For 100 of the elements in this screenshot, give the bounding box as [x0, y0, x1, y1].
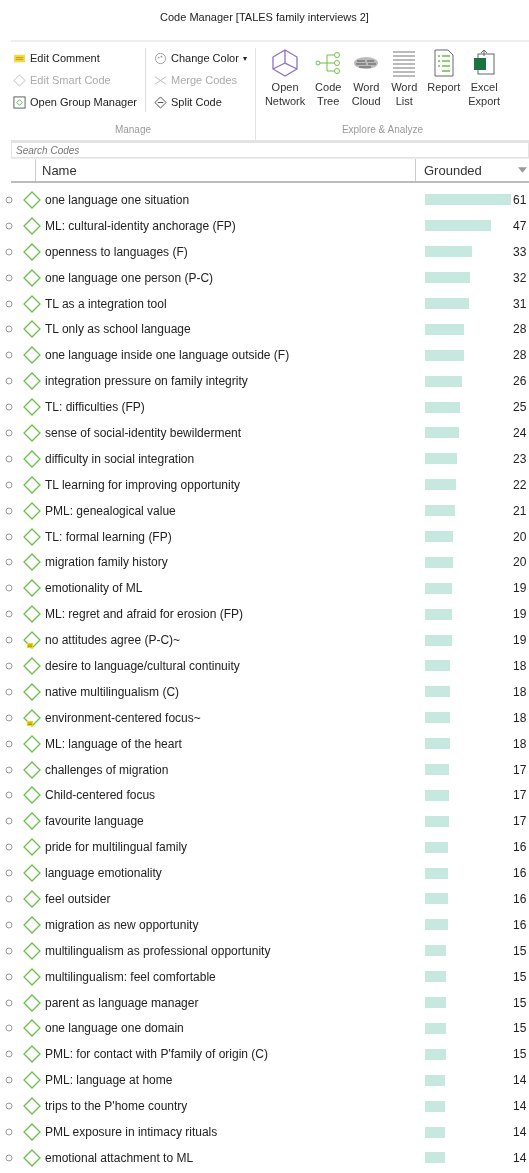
- grounded-bar: [425, 867, 448, 879]
- code-name: language emotionality: [45, 866, 163, 881]
- radio-icon[interactable]: [5, 403, 13, 412]
- grounded-bar: [425, 1022, 447, 1034]
- radio-icon[interactable]: [5, 1076, 13, 1085]
- radio-icon[interactable]: [5, 661, 13, 670]
- grounded-count: 22: [513, 477, 528, 492]
- grounded-bar: [425, 815, 449, 827]
- code-name: difficulty in social integration: [45, 451, 196, 466]
- grounded-bar: [425, 945, 447, 957]
- sort-icon: [518, 167, 527, 173]
- window-icon: [13, 95, 26, 109]
- radio-icon[interactable]: [5, 1153, 13, 1162]
- grounded-bar: [425, 686, 451, 698]
- radio-icon[interactable]: [5, 791, 13, 800]
- grounded-count: 26: [513, 374, 528, 389]
- code-name: TL: formal learning (FP): [45, 529, 173, 544]
- radio-icon[interactable]: [5, 1050, 13, 1059]
- network-button[interactable]: Open Network: [261, 48, 309, 108]
- radio-icon[interactable]: [5, 325, 13, 334]
- radio-icon[interactable]: [5, 532, 13, 541]
- code-name: PML exposure in intimacy rituals: [45, 1125, 219, 1139]
- radio-icon[interactable]: [5, 636, 13, 645]
- grounded-bar: [425, 220, 492, 232]
- radio-icon[interactable]: [5, 765, 13, 774]
- radio-icon[interactable]: [5, 946, 13, 955]
- radio-icon[interactable]: [5, 299, 13, 308]
- grounded-bar: [425, 660, 451, 672]
- code-name: PML: genealogical value: [45, 503, 177, 518]
- palette-icon: [154, 51, 167, 65]
- cloud-button[interactable]: Word Cloud: [348, 48, 385, 108]
- split-button[interactable]: Split Code: [152, 92, 249, 112]
- radio-icon[interactable]: [5, 1024, 13, 1033]
- grounded-count: 15: [513, 969, 528, 984]
- code-name: integration pressure on family integrity: [45, 374, 249, 389]
- code-name: one language inside one language outside (F): [45, 348, 291, 363]
- grounded-bar: [425, 556, 454, 568]
- grounded-bar: [425, 427, 459, 439]
- code-name: Child-centered focus: [45, 788, 157, 803]
- code-name: TL only as school language: [45, 322, 192, 337]
- radio-icon[interactable]: [5, 610, 13, 619]
- radio-icon[interactable]: [5, 247, 13, 256]
- radio-icon[interactable]: [5, 713, 13, 722]
- list-button[interactable]: Word List: [386, 48, 423, 108]
- radio-icon[interactable]: [5, 843, 13, 852]
- code-name: TL learning for improving opportunity: [45, 477, 241, 492]
- comment-button[interactable]: Edit Comment: [11, 48, 139, 68]
- radio-icon[interactable]: [5, 972, 13, 981]
- radio-icon[interactable]: [5, 195, 13, 204]
- code-name: favourite language: [45, 814, 145, 829]
- grounded-count: 19: [513, 633, 528, 648]
- group-button[interactable]: Open Group Manager: [11, 92, 139, 112]
- grounded-count: 21: [513, 503, 528, 518]
- radio-icon[interactable]: [5, 558, 13, 567]
- report-button[interactable]: Report: [424, 48, 464, 108]
- radio-icon[interactable]: [5, 506, 13, 515]
- radio-icon[interactable]: [5, 1102, 13, 1111]
- radio-icon[interactable]: [5, 687, 13, 696]
- radio-icon[interactable]: [5, 895, 13, 903]
- radio-icon[interactable]: [5, 998, 13, 1007]
- grounded-bar: [425, 582, 452, 594]
- grounded-bar: [425, 479, 456, 491]
- radio-icon[interactable]: [5, 351, 13, 360]
- window-title: Code Manager [TALES family interviews 2]: [159, 10, 370, 25]
- radio-icon[interactable]: [5, 739, 13, 748]
- radio-icon[interactable]: [5, 584, 13, 593]
- grounded-count: 15: [513, 943, 528, 958]
- tree-button[interactable]: Code Tree: [310, 48, 347, 108]
- column-header[interactable]: Name: [36, 159, 416, 181]
- grounded-bar: [425, 453, 458, 465]
- radio-icon[interactable]: [5, 428, 13, 437]
- code-name: feel outsider: [45, 892, 112, 906]
- radio-icon[interactable]: [5, 221, 13, 230]
- column-header[interactable]: Grounded: [424, 162, 482, 178]
- radio-icon[interactable]: [5, 920, 13, 929]
- code-name: ML: cultural-identity anchorage (FP): [45, 218, 237, 233]
- grounded-bar: [425, 1152, 445, 1164]
- code-name: PML: for contact with P'family of origin (C): [45, 1047, 270, 1062]
- code-name: desire to language/cultural continuity: [45, 658, 241, 673]
- code-name: native multilingualism (C): [45, 684, 181, 699]
- radio-icon[interactable]: [5, 377, 13, 386]
- radio-icon[interactable]: [5, 273, 13, 282]
- excel-button[interactable]: Excel Export: [465, 48, 504, 108]
- color-button[interactable]: Change Color ▾: [152, 48, 249, 68]
- grounded-count: 15: [513, 1021, 528, 1036]
- radio-icon[interactable]: [5, 817, 13, 826]
- grounded-count: 15: [513, 1047, 528, 1062]
- radio-icon[interactable]: [5, 869, 13, 878]
- code-name: migration family history: [45, 555, 169, 570]
- radio-icon[interactable]: [5, 454, 13, 463]
- radio-icon[interactable]: [5, 480, 13, 489]
- grounded-bar: [425, 401, 461, 413]
- search-field[interactable]: Search Codes: [11, 142, 529, 158]
- radio-icon[interactable]: [5, 1128, 13, 1136]
- grounded-count: 19: [513, 607, 528, 622]
- grounded-count: 16: [513, 840, 528, 855]
- grounded-bar: [425, 764, 449, 776]
- grounded-bar: [425, 349, 465, 361]
- grounded-count: 15: [513, 995, 528, 1010]
- code-name: ML: regret and afraid for erosion (FP): [45, 607, 245, 622]
